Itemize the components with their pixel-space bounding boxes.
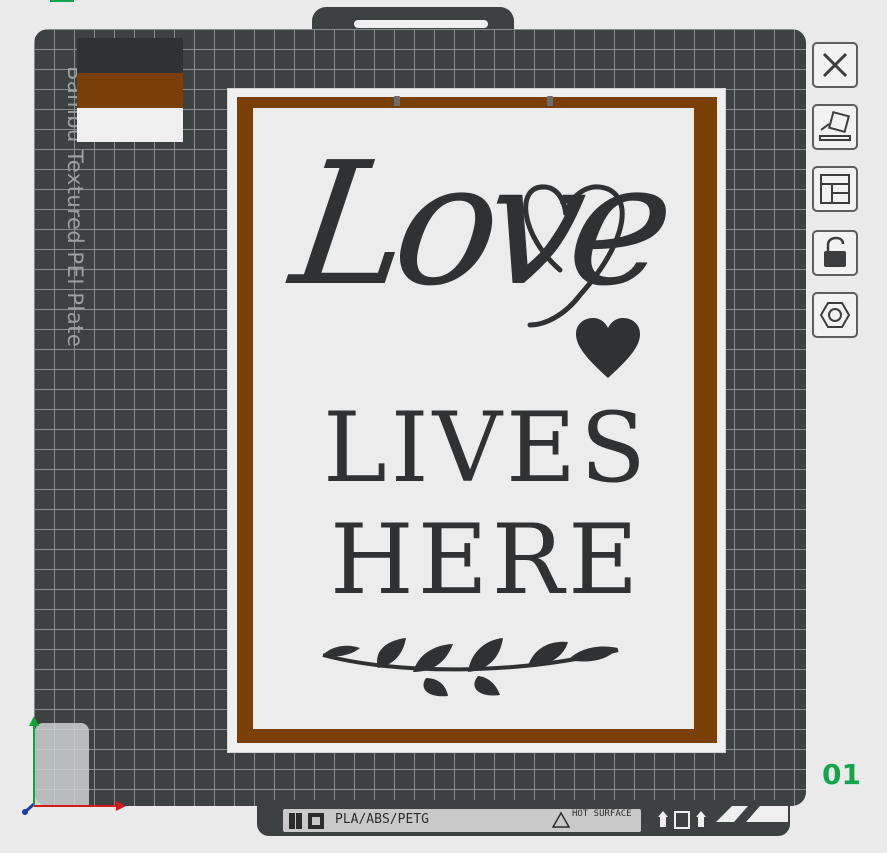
- hot-surface-label: HOT SURFACE: [572, 809, 632, 819]
- plate-logo-icon: [289, 813, 324, 829]
- top-marker: [50, 0, 74, 2]
- hanger-peg-right: [547, 96, 553, 106]
- model-text-here: HERE: [330, 504, 643, 616]
- lock-icon: [824, 236, 846, 267]
- model-text-lives: LIVES: [323, 392, 650, 504]
- auto-orient-button[interactable]: [812, 104, 858, 150]
- arrange-icon: [820, 174, 850, 204]
- axis-gizmo-icon: [22, 716, 126, 815]
- close-icon: [822, 52, 848, 78]
- swatch-brown: [77, 73, 183, 108]
- swatch-white: [77, 108, 183, 142]
- plate-orientation-icon: [658, 811, 706, 829]
- plate-number[interactable]: 01: [822, 758, 861, 791]
- arrange-button[interactable]: [812, 166, 858, 212]
- heart-icon: [576, 318, 640, 378]
- bed-tab-handle: [354, 20, 488, 28]
- hanger-peg-left: [394, 96, 400, 106]
- plate-corner-marker: [716, 806, 788, 822]
- warning-icon: [552, 811, 570, 828]
- auto-orient-icon: [819, 110, 851, 141]
- settings-button[interactable]: [812, 292, 858, 338]
- laurel-icon: [322, 638, 619, 697]
- swatch-dark: [77, 38, 183, 73]
- close-button[interactable]: [812, 42, 858, 88]
- filament-types: PLA/ABS/PETG: [335, 812, 429, 827]
- lock-button[interactable]: [812, 230, 858, 276]
- settings-icon: [819, 302, 851, 328]
